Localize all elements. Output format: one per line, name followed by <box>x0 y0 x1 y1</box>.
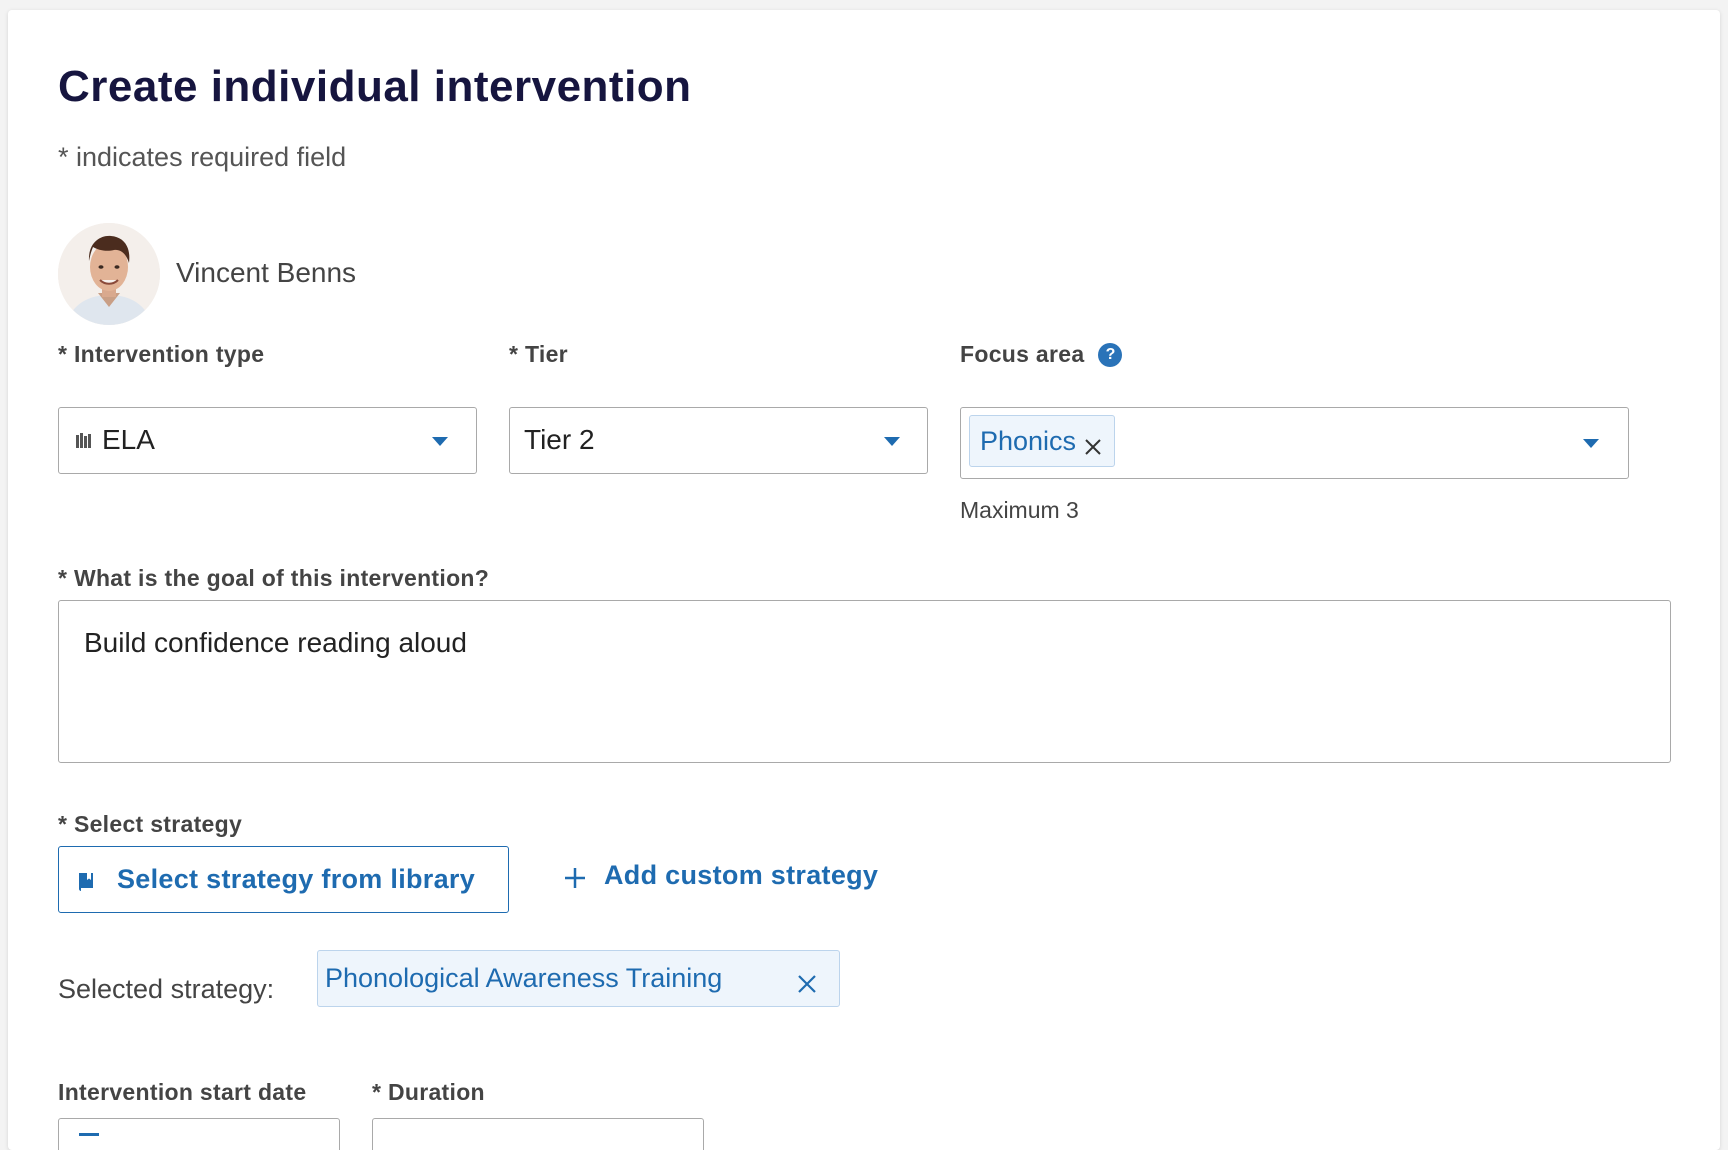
add-custom-strategy-button[interactable]: Add custom strategy <box>564 860 878 891</box>
book-icon <box>77 869 97 891</box>
close-icon[interactable] <box>1084 432 1102 455</box>
select-strategy-library-label: Select strategy from library <box>117 864 476 894</box>
focus-area-chip: Phonics <box>969 415 1116 467</box>
tier-select[interactable]: Tier 2 <box>509 407 928 474</box>
chevron-down-icon <box>884 437 900 446</box>
goal-label: * What is the goal of this intervention? <box>58 565 490 591</box>
add-custom-strategy-label: Add custom strategy <box>604 860 879 890</box>
intervention-type-select[interactable]: ELA <box>58 407 477 474</box>
selected-strategy-chip: Phonological Awareness Training <box>317 950 840 1007</box>
focus-area-select[interactable]: Phonics <box>960 407 1629 479</box>
start-date-label: Intervention start date <box>58 1079 307 1105</box>
required-field-note: * indicates required field <box>58 142 347 172</box>
focus-area-helper: Maximum 3 <box>960 497 1079 523</box>
selected-strategy-value: Phonological Awareness Training <box>325 963 723 993</box>
books-icon <box>75 432 93 450</box>
page-title: Create individual intervention <box>58 62 692 111</box>
calendar-icon <box>79 1133 99 1139</box>
intervention-type-label: * Intervention type <box>58 341 265 367</box>
tier-value: Tier 2 <box>524 424 595 455</box>
chevron-down-icon <box>432 437 448 446</box>
select-strategy-library-button[interactable]: Select strategy from library <box>58 846 509 913</box>
tier-label: * Tier <box>509 341 568 367</box>
chevron-down-icon <box>1583 439 1599 448</box>
selected-strategy-label: Selected strategy: <box>58 974 275 1004</box>
intervention-type-value: ELA <box>102 424 155 455</box>
student-avatar <box>58 223 160 325</box>
intervention-form-card: Create individual intervention * indicat… <box>8 10 1720 1150</box>
start-date-input[interactable] <box>58 1118 340 1150</box>
strategy-label: * Select strategy <box>58 811 243 837</box>
duration-label: * Duration <box>372 1079 485 1105</box>
help-icon[interactable]: ? <box>1098 342 1123 367</box>
close-icon[interactable] <box>797 970 817 993</box>
focus-area-label-row: Focus area ? <box>960 341 1123 368</box>
student-name: Vincent Benns <box>176 257 357 288</box>
focus-area-label: Focus area <box>960 341 1085 367</box>
goal-textarea[interactable]: Build confidence reading aloud <box>58 600 1671 763</box>
duration-input[interactable] <box>372 1118 704 1150</box>
focus-area-chip-label: Phonics <box>980 425 1077 456</box>
plus-icon <box>564 865 586 888</box>
